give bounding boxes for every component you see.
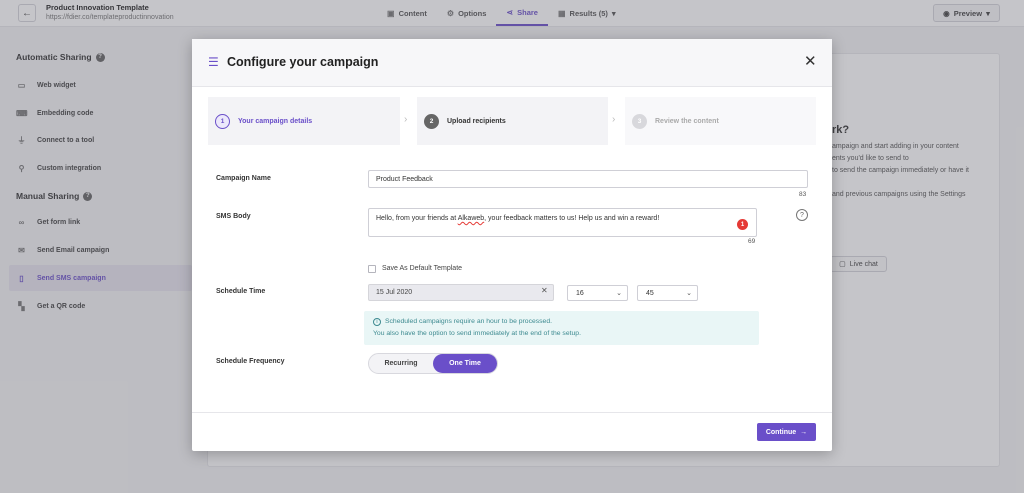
campaign-modal: ☰ Configure your campaign ✕ 1 Your campa…: [192, 39, 832, 451]
arrow-right-icon: →: [800, 428, 808, 436]
minute-value: 45: [646, 289, 654, 297]
step-review-content: 3 Review the content: [625, 97, 816, 145]
chevron-right-icon: ›: [404, 114, 408, 125]
chevron-down-icon: ⌄: [616, 290, 622, 297]
sms-text: , your feedback matters to us! Help us a…: [484, 215, 660, 222]
save-default-label[interactable]: Save As Default Template: [382, 265, 462, 272]
hour-value: 16: [576, 289, 584, 297]
campaign-name-input[interactable]: Product Feedback: [368, 170, 808, 188]
schedule-frequency-label: Schedule Frequency: [216, 358, 285, 365]
date-input[interactable]: 15 Jul 2020: [368, 284, 554, 301]
continue-button[interactable]: Continue →: [757, 423, 816, 441]
step-number: 2: [424, 113, 439, 129]
step-label: Your campaign details: [238, 117, 313, 125]
step-campaign-details[interactable]: 1 Your campaign details: [208, 97, 400, 145]
step-label: Upload recipients: [447, 117, 506, 125]
frequency-one-time[interactable]: One Time: [433, 354, 497, 373]
sms-body-textarea[interactable]: Hello, from your friends at Alkaweb, you…: [368, 208, 757, 237]
chevron-right-icon: ›: [612, 114, 616, 125]
chevron-down-icon: ⌄: [686, 290, 692, 297]
sms-text: Hello, from your friends at: [376, 215, 458, 222]
schedule-time-label: Schedule Time: [216, 288, 266, 295]
error-badge[interactable]: 1: [737, 219, 748, 230]
step-number: 1: [215, 113, 230, 129]
minute-select[interactable]: 45 ⌄: [637, 285, 698, 301]
step-upload-recipients[interactable]: 2 Upload recipients: [417, 97, 608, 145]
modal-title: Configure your campaign: [227, 55, 379, 69]
campaign-name-label: Campaign Name: [216, 175, 271, 182]
frequency-recurring[interactable]: Recurring: [369, 354, 433, 373]
info-line: You also have the option to send immedia…: [373, 330, 581, 337]
close-button[interactable]: ✕: [804, 54, 817, 70]
sms-body-counter: 69: [748, 238, 756, 245]
info-icon: i: [373, 318, 381, 326]
close-icon: ✕: [804, 53, 817, 70]
info-notice: i Scheduled campaigns require an hour to …: [364, 311, 759, 345]
save-default-checkbox[interactable]: [368, 265, 376, 273]
modal-header: ☰ Configure your campaign ✕: [192, 39, 832, 87]
campaign-name-counter: 83: [799, 191, 807, 198]
step-label: Review the content: [655, 117, 719, 125]
clear-date-icon[interactable]: ✕: [541, 286, 548, 295]
continue-label: Continue: [765, 428, 797, 436]
frequency-toggle: Recurring One Time: [368, 353, 498, 374]
hour-select[interactable]: 16 ⌄: [567, 285, 628, 301]
misspelled-word[interactable]: Alkaweb: [458, 215, 484, 222]
sliders-icon: ☰: [208, 55, 219, 69]
help-icon[interactable]: ?: [796, 209, 808, 221]
info-line: i Scheduled campaigns require an hour to …: [373, 318, 552, 326]
sms-body-label: SMS Body: [216, 213, 251, 220]
info-text: Scheduled campaigns require an hour to b…: [385, 318, 553, 325]
step-number: 3: [632, 113, 647, 129]
modal-footer: [192, 412, 832, 451]
